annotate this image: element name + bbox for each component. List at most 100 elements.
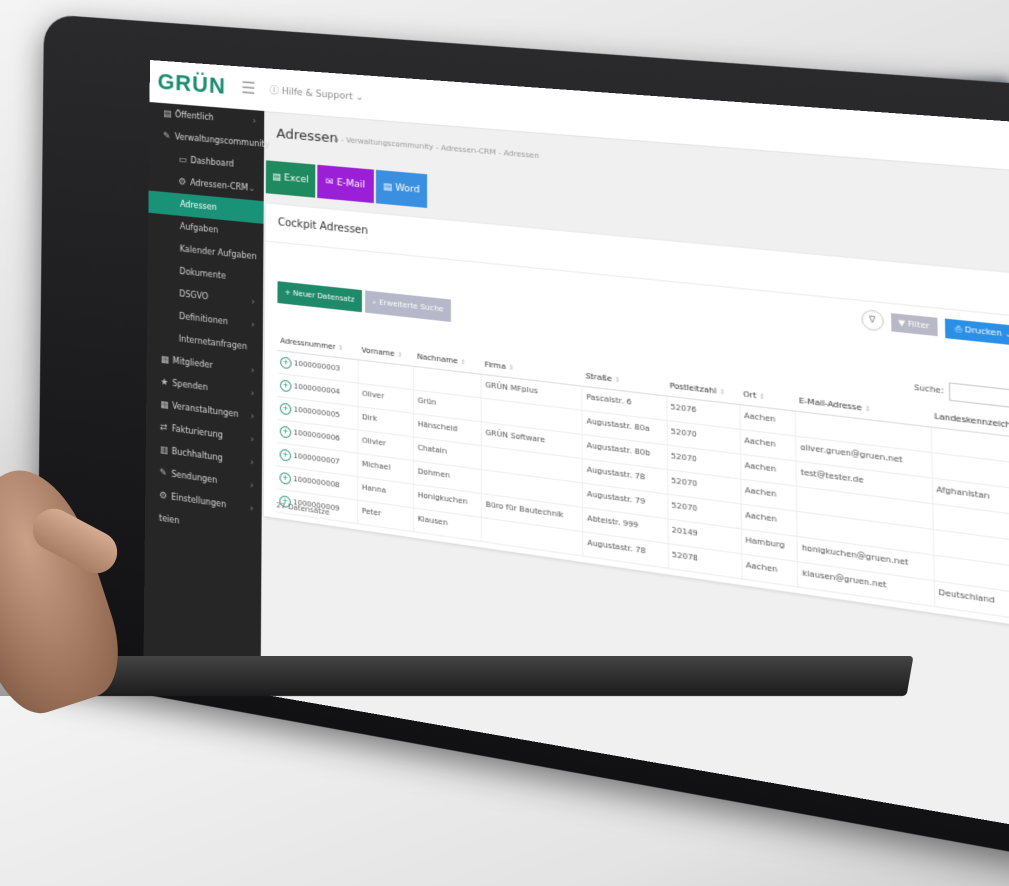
sidebar-item-label: Sendungen <box>171 469 217 485</box>
new-record-button[interactable]: + Neuer Datensatz <box>277 281 362 312</box>
chevron-down-icon: ⌄ <box>1005 329 1009 339</box>
excel-file-icon: ▤ <box>272 172 281 183</box>
expand-row-icon[interactable]: + <box>279 472 290 485</box>
cell-value: Aachen <box>745 461 777 474</box>
breadcrumb[interactable]: ⌂ - Verwaltungscommunity - Adressen-CRM … <box>334 135 539 160</box>
address-table: Adressnummer ⇕ Vorname ⇕ Nachname ⇕ Firma ⇕ Stra… <box>276 331 1009 625</box>
sidebar-item-label: teien <box>159 513 179 525</box>
sidebar-item-label: Mitglieder <box>173 356 213 370</box>
cell-value: Michael <box>362 460 391 472</box>
sidebar-item-label: Internetanfragen <box>179 334 248 351</box>
cell-value: 52070 <box>671 501 697 514</box>
sort-icon[interactable]: ⇕ <box>338 344 343 352</box>
chevron-icon: › <box>250 451 254 475</box>
app-logo[interactable]: GRÜN <box>157 69 225 100</box>
cell-value: Afghanistan <box>936 485 989 501</box>
star-icon: ★ <box>160 371 172 395</box>
expand-row-icon[interactable]: + <box>280 426 291 439</box>
sort-icon[interactable]: ⇕ <box>397 351 402 359</box>
sidebar-item-label: Öffentlich <box>175 110 214 122</box>
help-icon: ⓘ <box>269 86 281 97</box>
cell-value: Deutschland <box>938 588 995 605</box>
sidebar-item-label: DSGVO <box>179 289 208 301</box>
card-toolbar: ∇ ▼ Filter ⎙ Drucken ⌄ ⚙ ⤢ <box>861 309 1009 350</box>
cell-value: Hanna <box>362 483 386 495</box>
cell-value: Aachen <box>745 486 777 499</box>
word-label: Word <box>395 183 420 196</box>
gear-icon: ⚙ <box>159 484 171 509</box>
email-label: E-Mail <box>337 178 366 191</box>
chevron-icon: › <box>251 359 255 382</box>
sort-icon[interactable]: ⇕ <box>759 393 765 402</box>
document-icon: ▤ <box>163 103 175 126</box>
cell-value: Olivier <box>362 436 386 448</box>
cell-value: Aachen <box>744 411 775 424</box>
sidebar-item-label: Dokumente <box>179 267 226 281</box>
sidebar-item-label: Kalender Aufgaben <box>180 244 257 261</box>
search-label: Suche: <box>914 383 944 396</box>
cell-value: Aachen <box>746 561 778 575</box>
filter-button[interactable]: ▼ Filter <box>891 313 938 336</box>
pencil-icon: ✎ <box>159 462 171 486</box>
laptop-screen: GRÜN ☰ ⓘ Hilfe & Support ⌄ ☺ ▤Öffentlich… <box>143 60 1009 846</box>
sort-icon[interactable]: ⇕ <box>719 388 725 397</box>
cell-value: Oliver <box>362 389 384 400</box>
expand-row-icon[interactable]: + <box>280 449 291 462</box>
cell-value: Augustastr. 78 <box>587 465 646 481</box>
column-header-label: Ort <box>743 390 756 401</box>
sidebar: ▤ Öffentlich › ✎ Verwaltungscommunity ⌄ ▭ Dashb… <box>143 102 264 696</box>
word-file-icon: ▤ <box>383 182 392 193</box>
cell-value: 1000000006 <box>293 428 340 443</box>
sort-icon[interactable]: ⇕ <box>460 358 466 366</box>
extended-search-button[interactable]: ⌕ Erweiterte Suche <box>365 290 451 322</box>
sort-icon[interactable]: ⇕ <box>508 364 514 372</box>
chevron-icon: › <box>250 474 254 498</box>
cell-value: Dohmen <box>418 467 450 480</box>
excel-export-button[interactable]: ▤ Excel <box>266 160 316 197</box>
plus-icon: + <box>285 288 293 297</box>
cockpit-card: Cockpit Adressen ∇ ▼ Filter ⎙ Drucken ⌄ … <box>264 203 1009 634</box>
expand-row-icon[interactable]: + <box>280 356 291 369</box>
cell-value: Aachen <box>745 511 777 524</box>
extended-search-label: Erweiterte Suche <box>379 298 443 313</box>
sort-icon[interactable]: ⇕ <box>864 405 870 414</box>
cell-value: Dirk <box>362 413 377 423</box>
cell-value: Augustastr. 80a <box>586 417 649 434</box>
sidebar-list: ▤ Öffentlich › ✎ Verwaltungscommunity ⌄ ▭ Dashb… <box>145 102 264 545</box>
cell-value: 52070 <box>671 476 697 488</box>
column-header-label: E-Mail-Adresse <box>799 396 862 412</box>
word-export-button[interactable]: ▤ Word <box>376 170 427 208</box>
cell-value: Peter <box>362 507 381 518</box>
expand-row-icon[interactable]: + <box>280 402 291 415</box>
expand-row-icon[interactable]: + <box>280 379 291 392</box>
cell-value: Augustastr. 78 <box>587 538 646 555</box>
hamburger-menu-icon[interactable]: ☰ <box>241 78 256 98</box>
email-export-button[interactable]: ✉ E-Mail <box>317 165 374 203</box>
monitor-icon: ▭ <box>178 149 190 172</box>
column-header-label: Vorname <box>362 346 395 358</box>
cell-value: 20149 <box>672 526 698 539</box>
page-title: Adressen <box>276 126 338 147</box>
new-record-label: Neuer Datensatz <box>293 289 355 304</box>
cell-value: Honigkuchen <box>418 491 468 507</box>
cell-value: Grün <box>418 396 437 407</box>
chevron-icon: ⌄ <box>248 132 256 155</box>
cell-value: Augustastr. 79 <box>587 490 646 507</box>
funnel-icon[interactable]: ∇ <box>861 309 884 332</box>
cell-value: test@tester.de <box>801 468 864 485</box>
laptop-base <box>26 656 913 696</box>
cell-value: 52070 <box>671 452 697 464</box>
invoice-icon: ⇄ <box>160 416 172 440</box>
chevron-down-icon: ⌄ <box>356 92 364 103</box>
printer-icon: ⎙ <box>955 324 965 334</box>
help-support-menu[interactable]: ⓘ Hilfe & Support ⌄ <box>269 83 363 103</box>
card-title: Cockpit Adressen <box>278 217 368 237</box>
gear-icon: ⚙ <box>178 171 190 194</box>
cell-value: Hänscheid <box>418 420 458 434</box>
sort-icon[interactable]: ⇕ <box>614 376 620 384</box>
sidebar-item-label: Spenden <box>172 379 207 393</box>
card-actions: + Neuer Datensatz ⌕ Erweiterte Suche <box>277 281 451 322</box>
print-button[interactable]: ⎙ Drucken ⌄ <box>944 318 1009 346</box>
cell-value: GRÜN MFplus <box>485 381 538 396</box>
cell-value: klausen@gruen.net <box>802 569 887 590</box>
